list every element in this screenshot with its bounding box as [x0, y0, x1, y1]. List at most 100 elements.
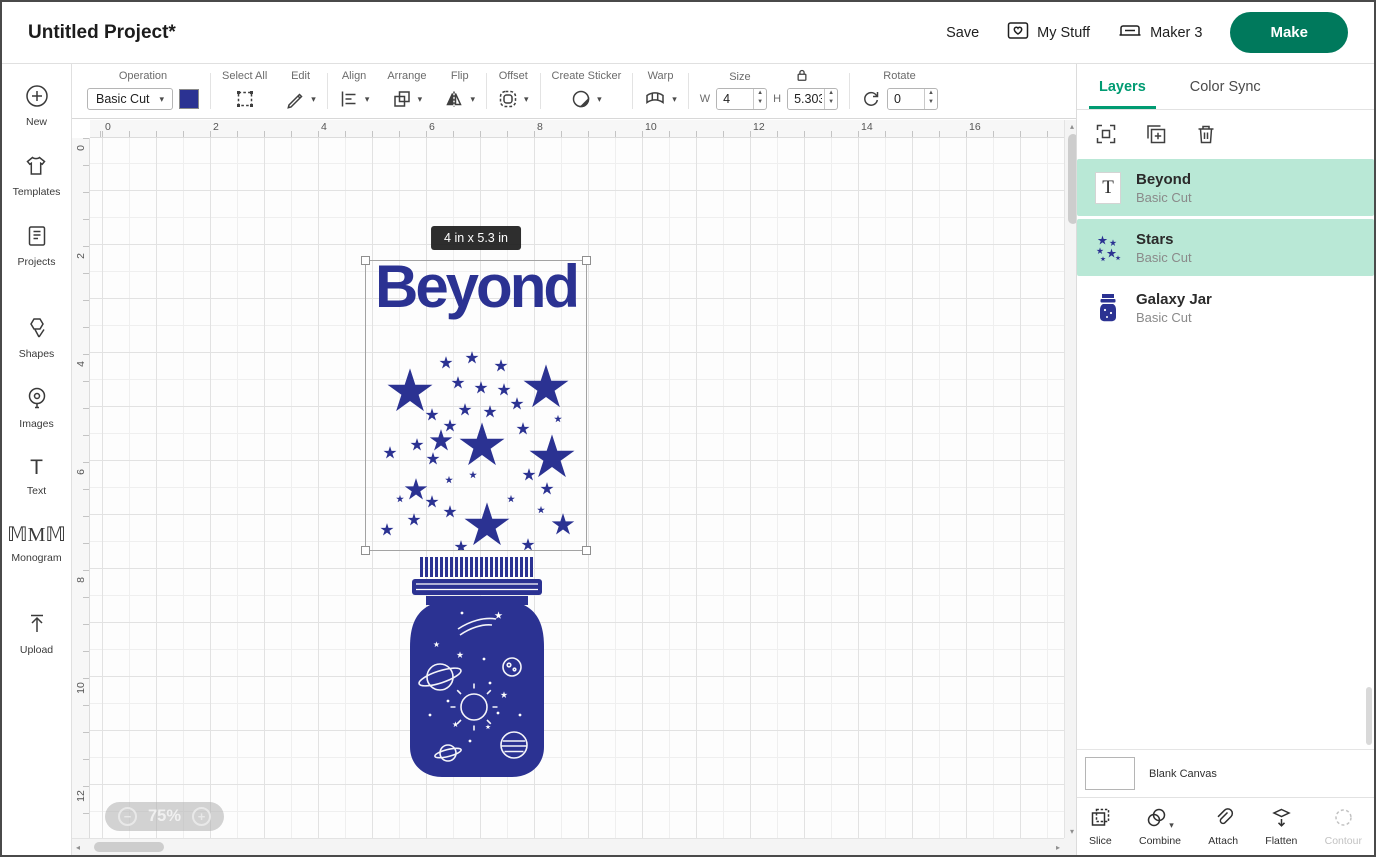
- zoom-out-button[interactable]: −: [118, 807, 137, 826]
- sidebar-item-text[interactable]: T Text: [27, 456, 46, 497]
- delete-layer-button[interactable]: [1195, 123, 1217, 148]
- height-increase[interactable]: ▲: [825, 89, 837, 98]
- text-layer-icon: T: [1093, 170, 1123, 206]
- width-input[interactable]: [717, 89, 753, 109]
- machine-label: Maker 3: [1150, 25, 1202, 41]
- select-all-label: Select All: [222, 70, 267, 82]
- layer-row-galaxy-jar[interactable]: Galaxy Jar Basic Cut: [1077, 279, 1374, 336]
- chevron-down-icon[interactable]: ▾: [524, 94, 529, 105]
- offset-button[interactable]: [498, 89, 518, 109]
- chevron-down-icon[interactable]: ▾: [311, 94, 316, 105]
- warp-button[interactable]: [644, 89, 666, 109]
- rotate-button[interactable]: [861, 89, 881, 109]
- canvas-horizontal-scrollbar[interactable]: ◂ ▸: [72, 838, 1064, 855]
- scroll-right-arrow[interactable]: ▸: [1056, 843, 1060, 852]
- chevron-down-icon[interactable]: ▾: [365, 94, 370, 105]
- contour-label: Contour: [1325, 835, 1362, 847]
- layer-row-stars[interactable]: Stars Basic Cut: [1077, 219, 1374, 276]
- width-decrease[interactable]: ▼: [754, 98, 766, 107]
- make-button[interactable]: Make: [1230, 12, 1348, 53]
- edit-button[interactable]: [285, 89, 305, 109]
- tab-color-sync[interactable]: Color Sync: [1168, 64, 1283, 109]
- rotate-increase[interactable]: ▲: [925, 89, 937, 98]
- project-title: Untitled Project*: [28, 22, 176, 44]
- resize-handle-bottom-left[interactable]: [361, 546, 370, 555]
- rotate-decrease[interactable]: ▼: [925, 98, 937, 107]
- sidebar-item-new[interactable]: New: [25, 84, 49, 128]
- my-stuff-label: My Stuff: [1037, 25, 1090, 41]
- zoom-level: 75%: [148, 807, 181, 826]
- artwork-galaxy-jar[interactable]: [400, 555, 554, 783]
- chevron-down-icon[interactable]: ▾: [597, 94, 602, 105]
- ruler-number: 0: [75, 139, 87, 157]
- sidebar-item-projects[interactable]: Projects: [18, 224, 56, 268]
- tab-layers[interactable]: Layers: [1077, 64, 1168, 109]
- chevron-down-icon[interactable]: ▾: [470, 94, 475, 105]
- my-stuff-button[interactable]: My Stuff: [1007, 21, 1090, 44]
- flatten-button[interactable]: Flatten: [1265, 807, 1297, 847]
- slice-icon: [1090, 807, 1111, 831]
- flatten-label: Flatten: [1265, 835, 1297, 847]
- chevron-down-icon[interactable]: ▾: [418, 94, 423, 105]
- layer-type: Basic Cut: [1136, 190, 1192, 205]
- rotate-input[interactable]: [888, 89, 924, 109]
- sidebar-item-upload[interactable]: Upload: [20, 612, 53, 656]
- chevron-down-icon[interactable]: ▾: [672, 94, 677, 105]
- resize-handle-top-right[interactable]: [582, 256, 591, 265]
- sidebar-label: Text: [27, 485, 46, 497]
- lock-icon[interactable]: [795, 68, 809, 87]
- select-layers-button[interactable]: [1095, 123, 1117, 148]
- arrange-label: Arrange: [387, 70, 426, 82]
- chevron-down-icon[interactable]: ▾: [1169, 820, 1174, 831]
- arrange-button[interactable]: [392, 89, 412, 109]
- blank-canvas-row[interactable]: Blank Canvas: [1077, 749, 1374, 797]
- select-all-button[interactable]: [235, 89, 255, 109]
- height-input[interactable]: [788, 89, 824, 109]
- align-button[interactable]: [339, 89, 359, 109]
- size-label: Size: [729, 71, 750, 83]
- blank-canvas-swatch[interactable]: [1085, 757, 1135, 790]
- toolbar-divider: [632, 73, 633, 109]
- width-label: W: [700, 93, 710, 105]
- color-swatch[interactable]: [179, 89, 199, 109]
- resize-handle-top-left[interactable]: [361, 256, 370, 265]
- warp-label: Warp: [648, 70, 674, 82]
- ruler-number: 12: [75, 787, 87, 805]
- duplicate-layer-button[interactable]: [1145, 123, 1167, 148]
- zoom-in-button[interactable]: +: [192, 807, 211, 826]
- flip-label: Flip: [451, 70, 469, 82]
- attach-button[interactable]: Attach: [1208, 807, 1238, 847]
- sidebar-item-templates[interactable]: Templates: [13, 154, 61, 198]
- selection-bounding-box[interactable]: [365, 260, 587, 551]
- create-sticker-button[interactable]: [571, 89, 591, 109]
- scroll-up-arrow[interactable]: ▴: [1070, 122, 1074, 131]
- sidebar-item-shapes[interactable]: Shapes: [19, 316, 55, 360]
- layer-name: Galaxy Jar: [1136, 291, 1212, 308]
- scroll-down-arrow[interactable]: ▾: [1070, 827, 1074, 836]
- combine-button[interactable]: ▾ Combine: [1139, 807, 1181, 847]
- offset-group: Offset ▾: [489, 68, 538, 114]
- flip-button[interactable]: [444, 89, 464, 109]
- sidebar-item-monogram[interactable]: 𝕄︎M𝕄︎ Monogram: [7, 523, 66, 564]
- panel-scroll-thumb[interactable]: [1366, 687, 1372, 745]
- sidebar-item-images[interactable]: Images: [19, 386, 53, 430]
- vertical-ruler: [72, 138, 90, 838]
- horizontal-scroll-thumb[interactable]: [94, 842, 164, 852]
- warp-group: Warp ▾: [635, 68, 686, 114]
- header: Untitled Project* Save My Stuff Maker 3 …: [2, 2, 1374, 64]
- resize-handle-bottom-right[interactable]: [582, 546, 591, 555]
- machine-selector[interactable]: Maker 3: [1118, 22, 1202, 44]
- ruler-number: 12: [753, 121, 765, 133]
- scroll-left-arrow[interactable]: ◂: [76, 843, 80, 852]
- slice-button[interactable]: Slice: [1089, 807, 1112, 847]
- layers-panel: Layers Color Sync T Beyond Basic Cut: [1076, 64, 1374, 855]
- contour-icon: [1333, 807, 1354, 831]
- width-increase[interactable]: ▲: [754, 89, 766, 98]
- design-canvas[interactable]: Beyond: [90, 138, 1064, 838]
- layer-row-beyond[interactable]: T Beyond Basic Cut: [1077, 159, 1374, 216]
- height-decrease[interactable]: ▼: [825, 98, 837, 107]
- save-button[interactable]: Save: [946, 25, 979, 41]
- layer-type: Basic Cut: [1136, 250, 1192, 265]
- operation-select[interactable]: Basic Cut ▾: [87, 88, 173, 110]
- ruler-number: 10: [75, 679, 87, 697]
